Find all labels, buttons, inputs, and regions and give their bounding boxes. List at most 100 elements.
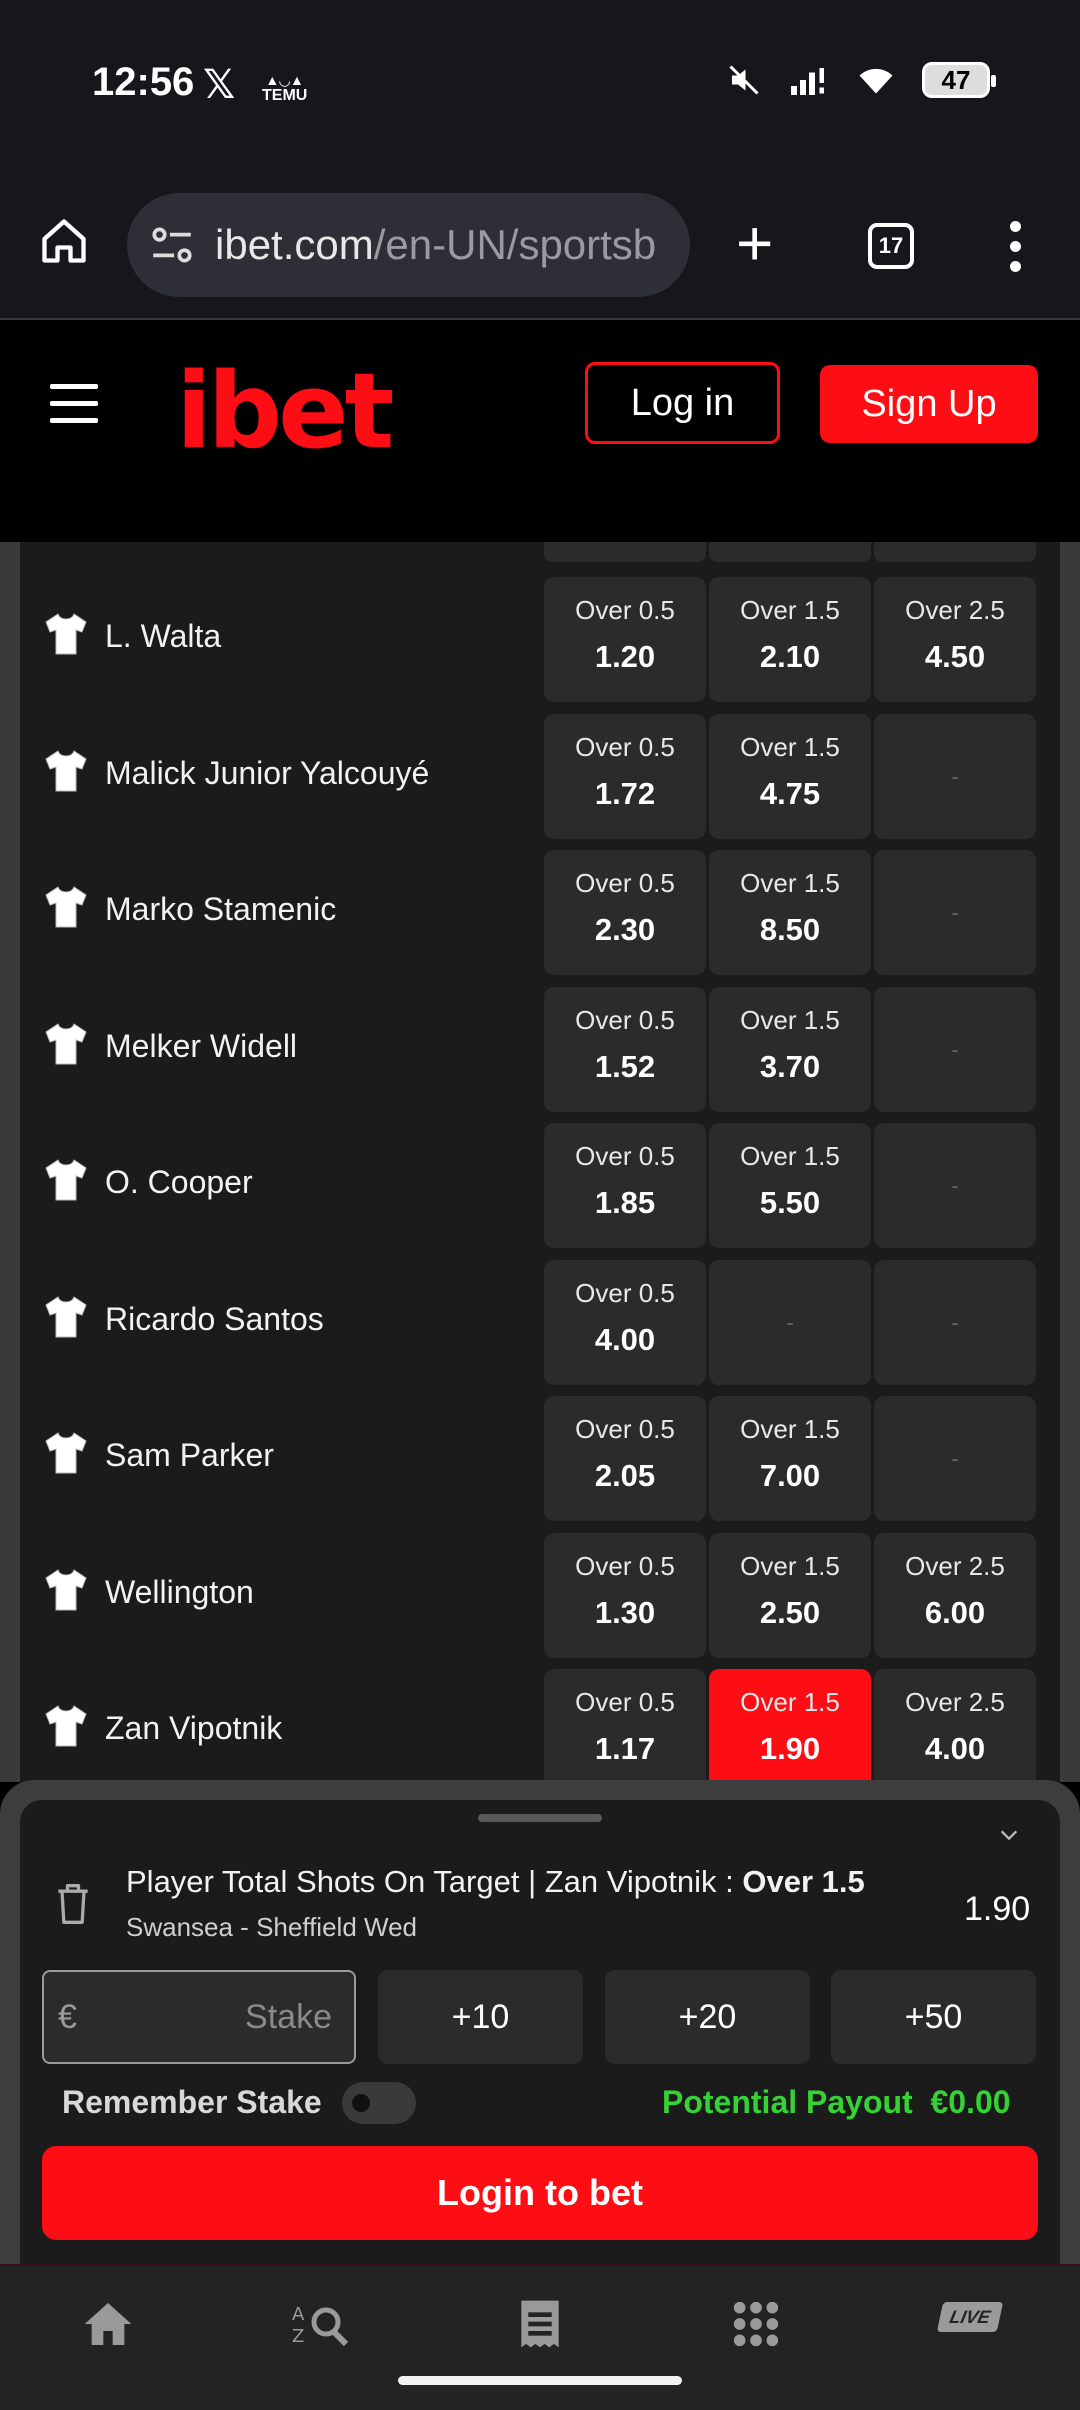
odd-button-partial[interactable]	[709, 542, 871, 562]
remember-stake-toggle[interactable]	[342, 2082, 416, 2124]
shirt-icon	[42, 1293, 90, 1341]
quick-stake-20-button[interactable]: +20	[605, 1970, 810, 2064]
odd-button[interactable]: Over 0.5 2.30	[544, 850, 706, 975]
odd-value: 8.50	[759, 912, 821, 947]
tab-switcher-button[interactable]: 17	[868, 223, 914, 269]
drag-handle[interactable]	[478, 1814, 602, 1822]
trash-icon[interactable]	[54, 1882, 92, 1926]
bottom-nav: AZ LIVE	[0, 2264, 1080, 2410]
odd-button[interactable]: Over 0.5 1.72	[544, 713, 706, 839]
address-bar[interactable]: ibet.com/en-UN/sportsb	[127, 193, 690, 297]
odd-value: 3.70	[759, 1048, 821, 1084]
live-icon[interactable]: LIVE	[936, 2302, 1004, 2332]
player-name: Melker Widell	[105, 1027, 298, 1064]
odd-button[interactable]: Over 0.5 2.05	[544, 1396, 706, 1521]
odd-button-unavailable: -	[874, 986, 1036, 1112]
odd-button[interactable]: Over 2.5 4.50	[874, 577, 1036, 702]
odd-button[interactable]: Over 1.5 5.50	[709, 1123, 871, 1248]
quick-stake-50-button[interactable]: +50	[831, 1970, 1036, 2064]
odd-value: 7.00	[759, 1458, 821, 1493]
odd-button[interactable]: Over 1.5 1.90	[709, 1669, 871, 1782]
odd-button-unavailable: -	[709, 1259, 871, 1385]
odd-button[interactable]: Over 0.5 1.20	[544, 577, 706, 702]
chevron-down-icon[interactable]	[998, 1824, 1020, 1846]
payout-value: €0.00	[930, 2084, 1011, 2120]
odd-button[interactable]: Over 0.5 1.30	[544, 1532, 706, 1658]
odd-unavailable: -	[951, 1173, 959, 1198]
player-row: Ricardo Santos Over 0.5 4.00 - -	[20, 1255, 1060, 1391]
battery-icon: 47	[922, 62, 996, 98]
svg-text:A: A	[292, 2304, 305, 2325]
odd-button[interactable]: Over 0.5 1.17	[544, 1669, 706, 1782]
odd-button-unavailable: -	[874, 1259, 1036, 1385]
odd-button[interactable]: Over 2.5 4.00	[874, 1669, 1036, 1782]
signup-button[interactable]: Sign Up	[820, 365, 1038, 443]
site-header: ibet Log in Sign Up	[0, 320, 1080, 542]
odd-button[interactable]: Over 0.5 4.00	[544, 1259, 706, 1385]
player-row: O. Cooper Over 0.5 1.85 Over 1.5 5.50 -	[20, 1118, 1060, 1254]
player-row: Malick Junior Yalcouyé Over 0.5 1.72 Over 1…	[20, 709, 1060, 845]
potential-payout: Potential Payout €0.00	[662, 2084, 1011, 2121]
home-icon[interactable]	[78, 2296, 138, 2352]
odd-button[interactable]: Over 0.5 1.52	[544, 986, 706, 1112]
shirt-icon	[42, 1702, 90, 1750]
svg-text:Z: Z	[292, 2326, 304, 2347]
odd-button[interactable]: Over 1.5 3.70	[709, 986, 871, 1112]
odd-button[interactable]: Over 1.5 7.00	[709, 1396, 871, 1521]
hamburger-menu-icon[interactable]	[50, 384, 98, 424]
grid-icon[interactable]	[726, 2296, 786, 2352]
quick-stake-10-button[interactable]: +10	[378, 1970, 583, 2064]
odd-button-partial[interactable]	[874, 542, 1036, 562]
bet-match: Swansea - Sheffield Wed	[126, 1912, 417, 1942]
odd-unavailable: -	[951, 1309, 959, 1335]
home-icon[interactable]	[38, 215, 90, 267]
odd-label: Over 0.5	[575, 1687, 675, 1717]
odd-label: Over 0.5	[575, 1550, 675, 1581]
player-row: Melker Widell Over 0.5 1.52 Over 1.5 3.70 -	[20, 982, 1060, 1118]
player-row: Marko Stamenic Over 0.5 2.30 Over 1.5 8.50 -	[20, 845, 1060, 981]
odd-button[interactable]: Over 0.5 1.85	[544, 1123, 706, 1248]
new-tab-icon[interactable]: +	[736, 211, 773, 275]
odd-value: 2.50	[759, 1594, 821, 1630]
odd-unavailable: -	[951, 1446, 959, 1471]
bet-slip-panel: Player Total Shots On Target | Zan Vipot…	[20, 1800, 1060, 2264]
more-menu-icon[interactable]	[1010, 221, 1022, 273]
odd-button[interactable]: Over 2.5 6.00	[874, 1532, 1036, 1658]
odd-button-unavailable: -	[874, 1123, 1036, 1248]
odd-label: Over 2.5	[905, 1687, 1005, 1717]
odd-button[interactable]: Over 1.5 2.10	[709, 577, 871, 702]
odd-unavailable: -	[951, 900, 959, 925]
az-search-icon[interactable]: AZ	[292, 2296, 352, 2352]
stake-input[interactable]: € Stake	[42, 1970, 356, 2064]
login-to-bet-button[interactable]: Login to bet	[42, 2146, 1038, 2240]
odd-label: Over 1.5	[740, 1687, 840, 1717]
odd-unavailable: -	[951, 1036, 959, 1062]
signal-icon	[791, 68, 824, 95]
x-app-icon: 𝕏	[203, 63, 236, 107]
odd-value: 1.72	[594, 775, 656, 811]
shirt-icon	[42, 1156, 90, 1204]
odd-button[interactable]: Over 1.5 2.50	[709, 1532, 871, 1658]
wifi-icon	[859, 68, 893, 94]
login-button[interactable]: Log in	[585, 362, 780, 444]
remember-stake-label: Remember Stake	[62, 2084, 322, 2120]
status-bar: 12:56 𝕏 ▲◡▲ TEMU 47	[0, 0, 1080, 175]
odd-value: 1.85	[594, 1185, 656, 1220]
status-time: 12:56	[92, 60, 195, 104]
odd-value: 4.00	[924, 1731, 986, 1766]
odd-button[interactable]: Over 1.5 4.75	[709, 713, 871, 839]
ibet-logo[interactable]: ibet	[176, 350, 394, 472]
player-name: Zan Vipotnik	[105, 1710, 283, 1746]
odd-label: Over 0.5	[575, 731, 675, 762]
odd-button[interactable]: Over 1.5 8.50	[709, 850, 871, 975]
shirt-icon	[42, 610, 90, 658]
currency-symbol: €	[58, 1998, 77, 2036]
betslip-icon[interactable]	[510, 2296, 570, 2352]
odd-label: Over 1.5	[740, 595, 840, 625]
odd-button-partial[interactable]	[544, 542, 706, 562]
player-name: O. Cooper	[105, 1164, 253, 1200]
url-domain: ibet.com	[215, 221, 374, 268]
bet-selection: Over 1.5	[742, 1864, 865, 1899]
site-settings-icon[interactable]	[147, 220, 197, 270]
odd-label: Over 0.5	[575, 1414, 675, 1444]
